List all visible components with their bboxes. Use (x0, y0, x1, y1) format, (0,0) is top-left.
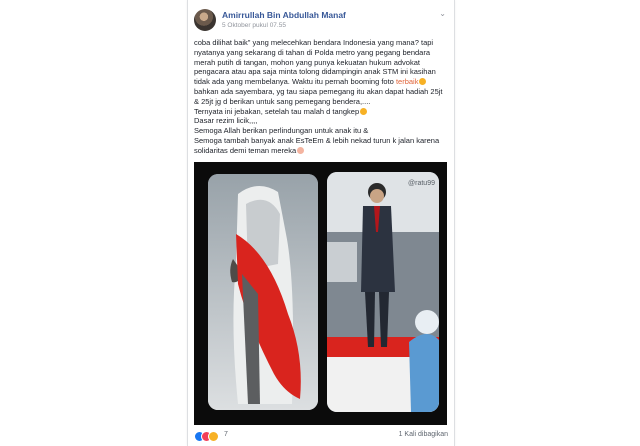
post-text-segment: solidaritas demi teman mereka (194, 145, 297, 155)
highlighted-word: terbaik (395, 77, 419, 87)
post-text: coba dilihat baik" yang melecehkan benda… (194, 38, 450, 156)
post-interactions-bar: 7 1 Kali dibagikan (194, 430, 448, 442)
sad-reaction-icon (208, 431, 219, 442)
share-count[interactable]: 1 Kali dibagikan (399, 431, 448, 438)
post-text-line: solidaritas demi teman mereka (194, 146, 450, 156)
post-text-line: tidak ada yang membelanya. Waktu itu per… (194, 77, 450, 87)
flag-holder-illustration (208, 174, 318, 410)
post-text-line: Ternyata ini jebakan, setelah tau malah … (194, 107, 450, 117)
post-text-line: nyatanya yang sekarang di tahan di Polda… (194, 47, 431, 57)
reaction-count[interactable]: 7 (224, 431, 228, 438)
post-text-line: bahkan ada sayembara, yg tau siapa pemeg… (194, 86, 443, 96)
post-photo[interactable]: @ratu99 (194, 162, 447, 425)
post-timestamp[interactable]: 5 Oktober pukul 07.55 (222, 22, 286, 29)
post-text-segment: tidak ada yang membelanya. Waktu itu per… (194, 77, 394, 87)
post-text-line: merah putih di tangan, mohon yang punya … (194, 57, 420, 67)
podium-photo-panel: @ratu99 (327, 172, 439, 412)
facebook-post-card: Amirrullah Bin Abdullah Manaf 5 Oktober … (187, 0, 455, 446)
author-avatar[interactable] (194, 9, 216, 31)
grin-emoji-icon (419, 78, 427, 86)
post-header: Amirrullah Bin Abdullah Manaf 5 Oktober … (194, 9, 446, 33)
post-text-line: & 25jt jg d berikan untuk sang pemegang … (194, 96, 371, 106)
post-text-line: coba dilihat baik" yang melecehkan benda… (194, 38, 434, 47)
flag-holder-photo-panel (208, 174, 318, 410)
author-name[interactable]: Amirrullah Bin Abdullah Manaf (222, 10, 346, 20)
podium-speaker-illustration (327, 172, 439, 412)
post-text-line: Semoga Allah berikan perlindungan untuk … (194, 126, 369, 136)
photo-watermark: @ratu99 (408, 180, 435, 187)
post-text-line: pengacara atau apa saja minta tolong did… (194, 67, 436, 77)
chevron-down-icon[interactable]: ⌄ (439, 9, 446, 18)
laugh-emoji-icon (360, 107, 368, 115)
post-text-line: Semoga tambah banyak anak EsTeEm & lebih… (194, 135, 440, 145)
post-text-line: Dasar rezim licik,,,, (194, 116, 258, 126)
post-text-segment: Ternyata ini jebakan, setelah tau malah … (194, 106, 360, 116)
praying-hands-emoji-icon (297, 146, 305, 154)
